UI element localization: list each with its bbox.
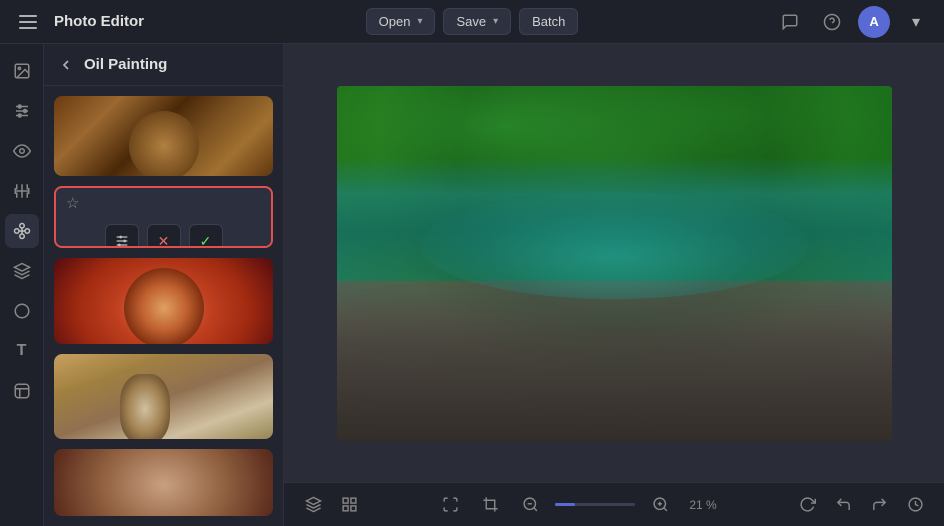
fit-button[interactable] [435, 490, 465, 520]
batch-button[interactable]: Batch [519, 8, 578, 35]
impasto-thumb [54, 96, 273, 176]
canvas-image [337, 86, 892, 441]
canvas-area: 21 % [284, 44, 944, 526]
redo-button[interactable] [864, 490, 894, 520]
topbar-center: Open Save Batch [366, 8, 579, 35]
sidebar-item-shape[interactable] [5, 294, 39, 328]
menu-button[interactable] [12, 6, 44, 38]
sidebar-item-brush[interactable] [5, 214, 39, 248]
impasto-effect-card[interactable]: Impasto GFX Ai [54, 96, 273, 176]
panel-title: Oil Painting [84, 56, 167, 73]
canvas-container [284, 44, 944, 482]
oil1-thumb [54, 258, 273, 344]
active-controls: ✕ ✓ [56, 220, 271, 248]
zoom-out-button[interactable] [515, 490, 545, 520]
topbar: Photo Editor Open Save Batch A ▾ [0, 0, 944, 44]
open-button[interactable]: Open [366, 8, 436, 35]
help-button[interactable] [816, 6, 848, 38]
rotate-button[interactable] [792, 490, 822, 520]
topbar-right: A ▾ [578, 6, 932, 38]
active-effect-header: ☆ [56, 188, 271, 220]
oil3-thumb [54, 449, 273, 516]
icon-sidebar: T [0, 44, 44, 526]
zoom-in-button[interactable] [645, 490, 675, 520]
sidebar-item-sliders[interactable] [5, 94, 39, 128]
cancel-effect-button[interactable]: ✕ [147, 224, 181, 248]
tune-button[interactable] [105, 224, 139, 248]
effects-panel: Oil Painting Impasto GFX Ai ☆ [44, 44, 284, 526]
zoom-slider[interactable] [555, 503, 635, 506]
sidebar-item-text[interactable]: T [5, 334, 39, 368]
save-button[interactable]: Save [443, 8, 511, 35]
oil2-thumb [54, 354, 273, 440]
topbar-left: Photo Editor [12, 6, 366, 38]
hamburger-icon [19, 15, 37, 29]
back-button[interactable] [58, 57, 74, 73]
expand-button[interactable]: ▾ [900, 6, 932, 38]
crop-button[interactable] [475, 490, 505, 520]
layers-button[interactable] [298, 490, 328, 520]
avatar[interactable]: A [858, 6, 890, 38]
sidebar-item-layers[interactable] [5, 254, 39, 288]
zoom-fill [555, 503, 575, 506]
main-area: T Oil Painting [0, 44, 944, 526]
chat-button[interactable] [774, 6, 806, 38]
app-title: Photo Editor [54, 13, 144, 30]
grid-button[interactable] [334, 490, 364, 520]
undo-button[interactable] [828, 490, 858, 520]
oil1-effect-card[interactable]: Oil Painting 1 Ai [54, 258, 273, 344]
bottom-right [792, 490, 930, 520]
sidebar-item-magic[interactable] [5, 174, 39, 208]
panel-scroll: Impasto GFX Ai ☆ ✕ ✓ [44, 86, 283, 526]
panel-header: Oil Painting [44, 44, 283, 86]
bottom-bar: 21 % [284, 482, 944, 526]
oil3-effect-card[interactable] [54, 449, 273, 516]
sidebar-item-sticker[interactable] [5, 374, 39, 408]
apply-effect-button[interactable]: ✓ [189, 224, 223, 248]
bottom-center: 21 % [435, 490, 721, 520]
sidebar-item-eye[interactable] [5, 134, 39, 168]
sidebar-item-image[interactable] [5, 54, 39, 88]
oil2-effect-card[interactable]: Oil Painting 2 Ai [54, 354, 273, 440]
star-button[interactable]: ☆ [66, 194, 79, 212]
active-effect-card: ☆ ✕ ✓ [54, 186, 273, 248]
zoom-percent: 21 % [685, 498, 721, 512]
bottom-left [298, 490, 364, 520]
history-button[interactable] [900, 490, 930, 520]
